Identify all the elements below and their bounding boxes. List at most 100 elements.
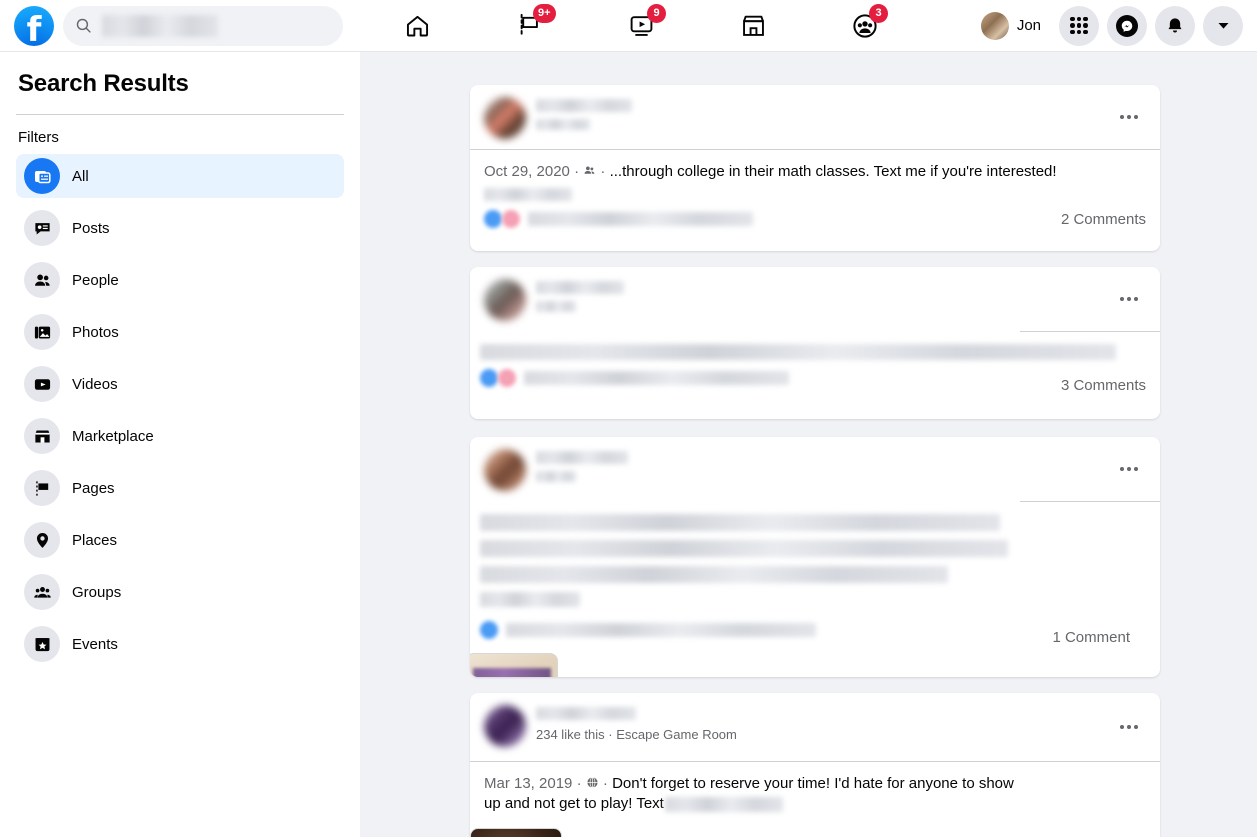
post-author-name: [536, 707, 636, 720]
sidebar-item-places[interactable]: Places: [16, 518, 344, 562]
facebook-logo-icon[interactable]: f: [14, 5, 54, 47]
sidebar-item-photos[interactable]: Photos: [16, 310, 344, 354]
search-results-feed[interactable]: Oct 29, 2020 · · ...through college in t…: [360, 52, 1257, 837]
post-body: 1 Comment: [470, 502, 1160, 677]
sidebar-item-label: Groups: [72, 583, 122, 601]
sidebar-item-people[interactable]: People: [16, 258, 344, 302]
post-header: 234 like this · Escape Game Room: [470, 693, 1160, 761]
menu-grid-button[interactable]: [1059, 5, 1099, 46]
sidebar-item-marketplace[interactable]: Marketplace: [16, 414, 344, 458]
like-reaction-icon: [484, 210, 502, 228]
notifications-button[interactable]: [1155, 5, 1195, 46]
store-icon: [742, 15, 764, 36]
nav-pages[interactable]: 9+: [473, 2, 585, 50]
post-options-button[interactable]: [1112, 710, 1146, 744]
post-author-meta: [536, 119, 590, 130]
post-reactions[interactable]: [484, 210, 1146, 228]
events-icon: [24, 626, 60, 662]
home-icon: [406, 15, 428, 37]
post-header: [470, 437, 1160, 501]
post-thumbnail-image[interactable]: [470, 653, 558, 677]
friends-icon: [584, 166, 595, 174]
nav-home[interactable]: [361, 2, 473, 50]
places-icon: [24, 522, 60, 558]
sidebar-item-events[interactable]: Events: [16, 622, 344, 666]
reaction-count-text: [506, 623, 816, 637]
post-author-meta: [536, 301, 576, 312]
post-header: [470, 85, 1160, 149]
post-header: [470, 267, 1160, 331]
post-card[interactable]: 234 like this · Escape Game Room Mar 13,…: [470, 693, 1160, 837]
sidebar-item-videos[interactable]: Videos: [16, 362, 344, 406]
reaction-count-text: [524, 371, 789, 385]
love-reaction-icon: [498, 369, 516, 387]
messenger-button[interactable]: [1107, 5, 1147, 46]
post-author-block: [536, 449, 628, 482]
watch-badge: 9: [647, 3, 666, 23]
filters-label: Filters: [18, 129, 59, 146]
post-snippet: ...through college in their math classes…: [609, 163, 1057, 180]
post-card[interactable]: 3 Comments: [470, 267, 1160, 419]
topbar-right: Jon: [977, 5, 1257, 46]
profile-button[interactable]: Jon: [977, 8, 1051, 44]
post-comment-count[interactable]: 1 Comment: [1052, 629, 1130, 646]
post-comment-count[interactable]: 3 Comments: [1061, 377, 1146, 394]
people-icon: [24, 262, 60, 298]
post-reactions[interactable]: [480, 621, 1146, 639]
post-redacted-text: [664, 796, 783, 812]
search-filters-sidebar: Search Results Filters All Posts People …: [0, 52, 360, 837]
sidebar-item-groups[interactable]: Groups: [16, 570, 344, 614]
sidebar-item-label: Photos: [72, 323, 119, 341]
sidebar-item-label: Places: [72, 531, 118, 549]
post-text: [480, 344, 1116, 360]
post-options-button[interactable]: [1112, 452, 1146, 486]
account-menu-button[interactable]: [1203, 5, 1243, 46]
posts-icon: [24, 210, 60, 246]
post-options-button[interactable]: [1112, 100, 1146, 134]
post-card[interactable]: Oct 29, 2020 · · ...through college in t…: [470, 85, 1160, 251]
nav-watch[interactable]: 9: [585, 2, 697, 50]
like-reaction-icon: [480, 621, 498, 639]
love-reaction-icon: [502, 210, 520, 228]
post-body: Oct 29, 2020 · · ...through college in t…: [470, 150, 1160, 238]
post-body: 3 Comments: [470, 332, 1160, 404]
sidebar-item-label: Pages: [72, 479, 115, 497]
sidebar-item-all[interactable]: All: [16, 154, 344, 198]
post-text-line: [480, 514, 1000, 531]
avatar[interactable]: [484, 449, 526, 491]
post-text-line: [480, 592, 580, 607]
nav-marketplace[interactable]: [697, 2, 809, 50]
flyer-title: [473, 668, 551, 677]
grid-icon: [1070, 16, 1088, 35]
profile-name: Jon: [1016, 17, 1041, 34]
sidebar-item-label: All: [72, 167, 89, 185]
sidebar-item-posts[interactable]: Posts: [16, 206, 344, 250]
sidebar-item-label: Posts: [72, 219, 110, 237]
post-options-button[interactable]: [1112, 282, 1146, 316]
post-author-meta: [536, 471, 576, 482]
post-comment-count[interactable]: 2 Comments: [1061, 211, 1146, 228]
avatar: [980, 11, 1009, 40]
post-text-line: [480, 540, 1008, 557]
groups-icon: [24, 574, 60, 610]
sidebar-item-pages[interactable]: Pages: [16, 466, 344, 510]
post-text: Mar 13, 2019 · · Don't forget to reserve…: [484, 775, 1014, 812]
post-card[interactable]: 1 Comment: [470, 437, 1160, 677]
post-reactions[interactable]: [480, 369, 1146, 387]
messenger-icon: [1116, 14, 1138, 37]
search-input[interactable]: [63, 5, 343, 46]
marketplace-icon: [24, 418, 60, 454]
avatar[interactable]: [484, 279, 526, 321]
pages-badge: 9+: [533, 3, 556, 23]
avatar[interactable]: [484, 97, 526, 139]
nav-groups[interactable]: 3: [809, 2, 921, 50]
public-globe-icon: [587, 777, 598, 788]
sidebar-item-label: Events: [72, 635, 118, 653]
post-author-name: [536, 99, 632, 112]
post-thumbnail-image[interactable]: [470, 828, 562, 837]
post-author-block: 234 like this · Escape Game Room: [536, 705, 737, 742]
post-body: Mar 13, 2019 · · Don't forget to reserve…: [470, 762, 1160, 837]
avatar[interactable]: [484, 705, 526, 747]
sidebar-item-label: Videos: [72, 375, 118, 393]
post-author-name: [536, 281, 624, 294]
